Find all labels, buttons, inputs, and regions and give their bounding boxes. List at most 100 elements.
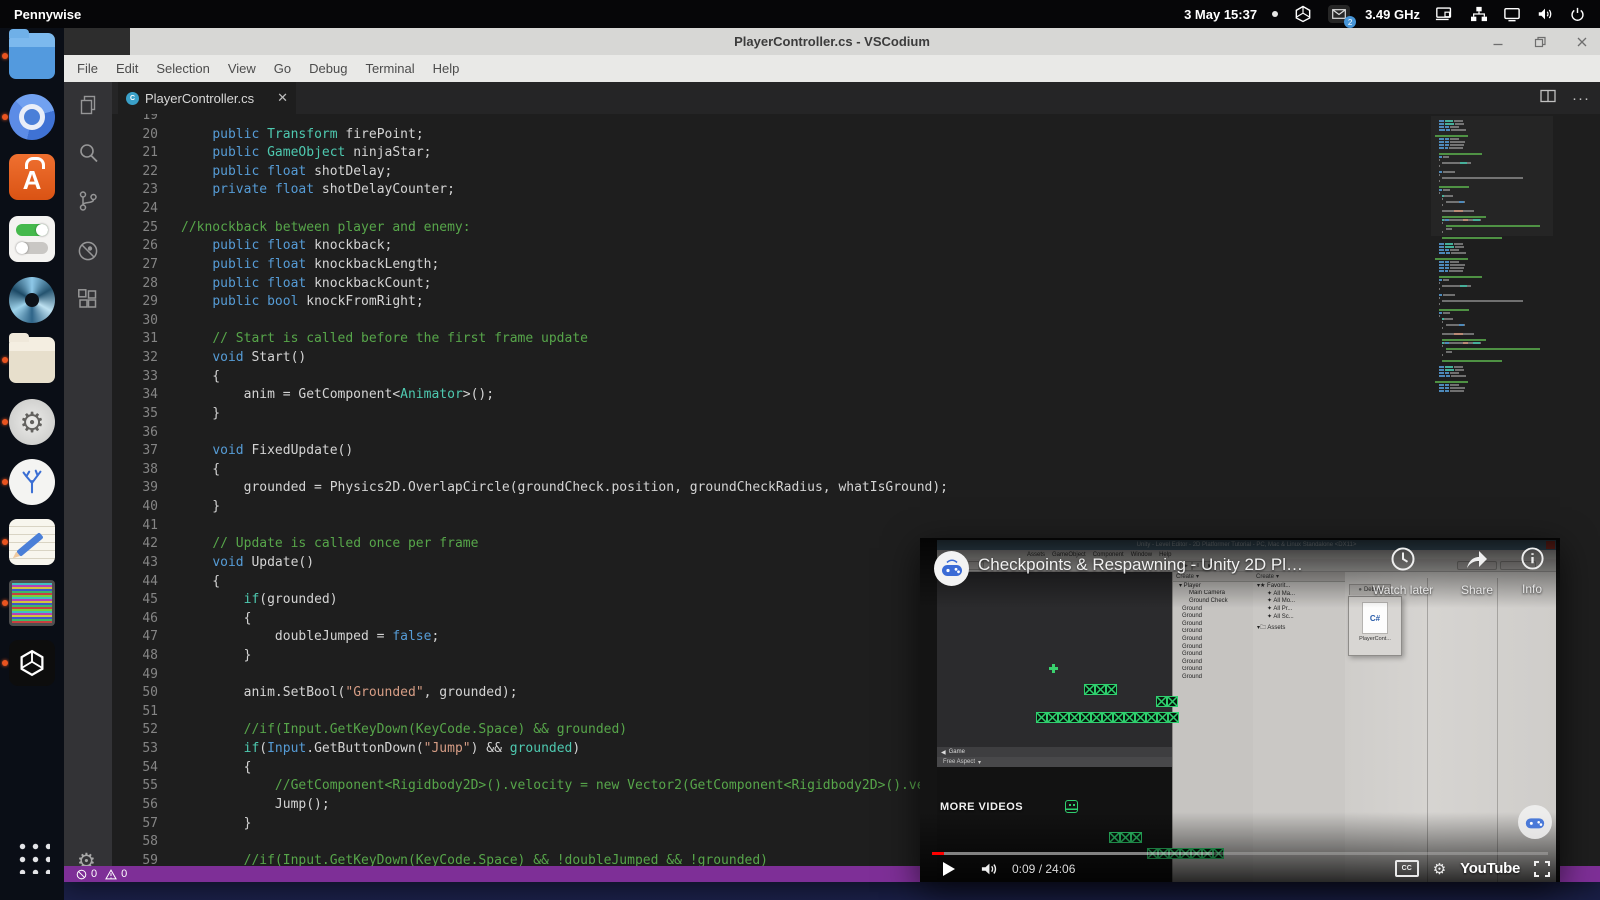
volume-button[interactable] — [980, 861, 998, 877]
menu-selection[interactable]: Selection — [147, 61, 218, 76]
code-line-21[interactable]: 21 public GameObject ninjaStar; — [112, 143, 1600, 162]
dock-item-unity[interactable] — [0, 639, 64, 687]
code-line-32[interactable]: 32 void Start() — [112, 348, 1600, 367]
active-app-name[interactable]: Pennywise — [14, 7, 81, 22]
menu-file[interactable]: File — [68, 61, 107, 76]
code-line-24[interactable]: 24 — [112, 199, 1600, 218]
info-icon — [1520, 546, 1545, 571]
tv-tray-icon[interactable] — [1503, 6, 1521, 22]
explorer-icon[interactable] — [76, 93, 100, 117]
source-control-icon[interactable] — [76, 189, 100, 213]
code-line-20[interactable]: 20 public Transform firePoint; — [112, 125, 1600, 144]
dock-item-tweaks[interactable] — [0, 215, 64, 263]
volume-tray-icon[interactable] — [1536, 6, 1554, 22]
code-line-37[interactable]: 37 void FixedUpdate() — [112, 441, 1600, 460]
settings-button[interactable]: ⚙ — [1433, 860, 1446, 878]
code-text: //if(Input.GetKeyDown(KeyCode.Space) && … — [181, 851, 768, 866]
split-editor-icon[interactable] — [1540, 88, 1556, 109]
network-tray-icon[interactable] — [1470, 6, 1488, 22]
video-title[interactable]: Checkpoints & Respawning - Unity 2D Plat… — [978, 555, 1308, 575]
code-line-25[interactable]: 25//knockback between player and enemy: — [112, 218, 1600, 237]
extensions-icon[interactable] — [76, 287, 100, 311]
code-line-30[interactable]: 30 — [112, 311, 1600, 330]
code-text: doubleJumped = false; — [181, 627, 439, 646]
image-viewer-icon — [9, 580, 55, 626]
menu-view[interactable]: View — [219, 61, 265, 76]
code-text: if(grounded) — [181, 590, 338, 609]
channel-avatar[interactable] — [934, 551, 969, 586]
tab-close-icon[interactable]: ✕ — [277, 90, 288, 106]
play-button[interactable] — [942, 861, 956, 877]
code-line-28[interactable]: 28 public float knockbackCount; — [112, 274, 1600, 293]
minimap-slider[interactable] — [1431, 116, 1553, 236]
dock-item-app-store[interactable] — [0, 153, 64, 201]
display-tray-icon[interactable] — [1435, 6, 1455, 22]
close-button[interactable] — [1574, 34, 1590, 50]
clock[interactable]: 3 May 15:37 — [1184, 7, 1257, 22]
dock-item-coral-app[interactable] — [0, 458, 64, 506]
minimap[interactable] — [1431, 116, 1553, 398]
dock-item-notes[interactable] — [0, 518, 64, 566]
code-text: { — [181, 460, 220, 479]
code-text: // Start is called before the first fram… — [181, 329, 588, 348]
dock-item-chromium[interactable] — [0, 93, 64, 141]
share-arrow-icon — [1463, 546, 1491, 572]
more-actions-icon[interactable]: ··· — [1572, 90, 1590, 107]
code-line-35[interactable]: 35 } — [112, 404, 1600, 423]
window-title-bar[interactable]: PlayerController.cs - VSCodium — [64, 28, 1600, 55]
restore-button[interactable] — [1532, 34, 1548, 50]
youtube-logo[interactable]: YouTube — [1460, 860, 1520, 877]
code-line-38[interactable]: 38 { — [112, 460, 1600, 479]
dock-item-files[interactable] — [0, 32, 64, 80]
code-text: public GameObject ninjaStar; — [181, 143, 431, 162]
tab-playercontroller[interactable]: C PlayerController.cs ✕ — [118, 82, 296, 114]
cpu-frequency-indicator[interactable]: 3.49 GHz — [1365, 7, 1420, 22]
assets-header: ▾🗀 Assets — [1253, 624, 1345, 632]
code-line-39[interactable]: 39 grounded = Physics2D.OverlapCircle(gr… — [112, 478, 1600, 497]
dock-item-file-manager[interactable] — [0, 336, 64, 384]
menu-go[interactable]: Go — [265, 61, 300, 76]
code-line-29[interactable]: 29 public bool knockFromRight; — [112, 292, 1600, 311]
menu-debug[interactable]: Debug — [300, 61, 356, 76]
search-icon[interactable] — [76, 141, 100, 165]
system-top-bar: Pennywise 3 May 15:37 2 3.49 GHz — [0, 0, 1600, 28]
code-line-22[interactable]: 22 public float shotDelay; — [112, 162, 1600, 181]
code-line-23[interactable]: 23 private float shotDelayCounter; — [112, 180, 1600, 199]
captions-button[interactable]: CC — [1395, 860, 1419, 877]
dock-item-photos[interactable] — [0, 276, 64, 324]
line-number: 22 — [112, 162, 158, 181]
dock-item-settings[interactable]: ⚙ — [0, 398, 64, 446]
minimize-button[interactable] — [1490, 34, 1506, 50]
code-line-40[interactable]: 40 } — [112, 497, 1600, 516]
youtube-pip-player[interactable]: Unity - Level Editor - 2D Platformer Tut… — [920, 538, 1560, 882]
code-line-36[interactable]: 36 — [112, 423, 1600, 442]
code-line-27[interactable]: 27 public float knockbackLength; — [112, 255, 1600, 274]
dock-item-image-viewer[interactable] — [0, 579, 64, 627]
code-text: { — [181, 758, 251, 777]
menu-help[interactable]: Help — [424, 61, 469, 76]
line-number: 32 — [112, 348, 158, 367]
run-debug-icon[interactable] — [76, 239, 100, 263]
code-line-26[interactable]: 26 public float knockback; — [112, 236, 1600, 255]
channel-watermark[interactable] — [1518, 805, 1552, 839]
show-applications-button[interactable] — [14, 838, 50, 874]
code-line-41[interactable]: 41 — [112, 516, 1600, 535]
info-button[interactable]: Info — [1492, 546, 1560, 596]
more-videos-label[interactable]: MORE VIDEOS — [940, 801, 1023, 813]
unity-tray-icon[interactable] — [1293, 4, 1313, 24]
mail-tray-icon[interactable]: 2 — [1328, 5, 1350, 23]
watch-later-button[interactable]: Watch later — [1363, 546, 1443, 597]
code-line-34[interactable]: 34 anim = GetComponent<Animator>(); — [112, 385, 1600, 404]
code-line-19[interactable]: 19 — [112, 114, 1600, 125]
line-number: 44 — [112, 572, 158, 591]
menu-edit[interactable]: Edit — [107, 61, 147, 76]
code-line-33[interactable]: 33 { — [112, 367, 1600, 386]
unity-game-tab: ◀Game — [937, 747, 1172, 757]
menu-terminal[interactable]: Terminal — [356, 61, 423, 76]
power-tray-icon[interactable] — [1569, 6, 1586, 23]
fullscreen-button[interactable] — [1534, 861, 1550, 877]
problems-indicator[interactable]: 0 0 — [76, 868, 127, 880]
code-text: anim = GetComponent<Animator>(); — [181, 385, 494, 404]
code-line-31[interactable]: 31 // Start is called before the first f… — [112, 329, 1600, 348]
line-number: 52 — [112, 720, 158, 739]
